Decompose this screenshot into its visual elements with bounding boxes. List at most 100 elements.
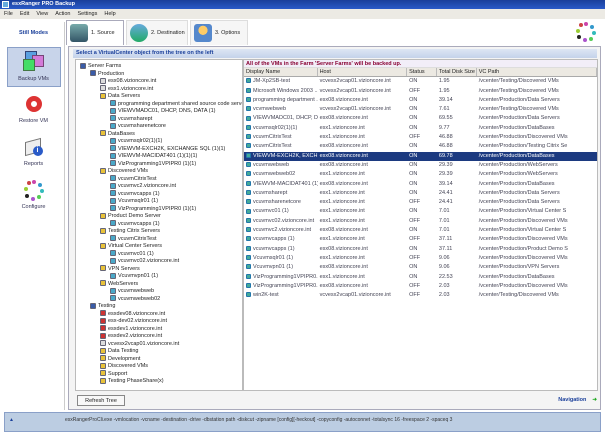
cell-host: vcvesx2vcap01.vizioncore.int	[318, 87, 407, 96]
cell-text: 7.01	[439, 227, 450, 233]
menu-file[interactable]: File	[4, 11, 13, 17]
table-row[interactable]: vcuvmsharenetcoreesx1.vizioncore.intOFF2…	[244, 198, 597, 207]
table-row[interactable]: vcuvmCitrixTestesx1.vizioncore.intOFF46.…	[244, 133, 597, 142]
tree-node[interactable]: Testing PhaseShare(x)	[100, 377, 164, 385]
table-row[interactable]: vcuvmvc2.vizioncore.intesx08.vizioncore.…	[244, 226, 597, 235]
table-row[interactable]: vcuvmCitrixTestesx08.vizioncore.intON46.…	[244, 142, 597, 151]
column-display-name[interactable]: Display Name	[244, 68, 318, 76]
host-icon	[100, 333, 106, 339]
vm-icon	[246, 292, 251, 297]
navigation-button[interactable]: Navigation➜	[527, 395, 597, 406]
menu-settings[interactable]: Settings	[77, 11, 97, 17]
table-row[interactable]: vcuvmvc01 (1)esx1.vizioncore.intON7.01/v…	[244, 207, 597, 216]
cell-host: vcvesx2vcap01.vizioncore.int	[318, 77, 407, 86]
cell-display-name: vcuvmvc02.vizioncore.int	[244, 217, 318, 226]
menu-edit[interactable]: Edit	[20, 11, 29, 17]
tree-node-label: Testing PhaseShare(x)	[108, 378, 164, 384]
tree-node-label: VizProgramming1VPIPR0 (1)(1)	[118, 206, 196, 212]
cell-text: VIEWVM-EXCH2K, EXCH...	[253, 153, 318, 159]
cell-disk-size: 39.14	[437, 96, 477, 105]
table-row[interactable]: VIEWVMADC01, DHCP, D...esx08.vizioncore.…	[244, 114, 597, 123]
table-row[interactable]: VIEWVM-EXCH2K, EXCH...esx08.vizioncore.i…	[244, 152, 597, 161]
cell-text: OFF	[409, 255, 420, 261]
table-row[interactable]: vcuvmvc02.vizioncore.int esx1.vizioncore.…	[244, 217, 597, 226]
column-status[interactable]: Status	[407, 68, 437, 76]
expand-up-icon[interactable]: ▲	[9, 413, 14, 427]
tab-destination[interactable]: 2. Destination	[126, 20, 188, 45]
destination-icon	[130, 24, 148, 42]
vm-icon	[246, 209, 251, 214]
host-icon	[100, 340, 106, 346]
table-row[interactable]: VizProgramming1VPIPR0...esx1.vizioncore.…	[244, 273, 597, 282]
table-row[interactable]: vcuvmvcapps (1)esx1.vizioncore.intOFF37.…	[244, 235, 597, 244]
table-row[interactable]: vcuvmwebweb02esx1.vizioncore.intON29.39/…	[244, 170, 597, 179]
cell-text: /vcenter/Testing/Discovered VMs	[479, 106, 559, 112]
vm-icon	[110, 258, 116, 264]
table-row[interactable]: VIEWVM-MACIDAT401 (1)(1)esx08.vizioncore…	[244, 180, 597, 189]
sidebar-item-restore-vm[interactable]: Restore VM	[7, 90, 61, 130]
table-row[interactable]: JM-Xp2SB-testvcvesx2vcap01.vizioncore.in…	[244, 77, 597, 86]
cell-disk-size: 69.78	[437, 152, 477, 161]
table-row[interactable]: vcuvmwebwebesx08.vizioncore.intON29.39/v…	[244, 161, 597, 170]
cell-text: ON	[409, 208, 417, 214]
tree-node-label: Support	[108, 371, 127, 377]
table-row[interactable]: vcuvmsqlr02(1)(1)esx1.vizioncore.intON9.…	[244, 124, 597, 133]
cell-text: esx1.vizioncore.int	[320, 218, 365, 224]
column-host[interactable]: Host	[318, 68, 407, 76]
vm-icon	[246, 255, 251, 260]
tree-node[interactable]: vcuvmwebweb02	[110, 295, 160, 303]
cell-host: esx1.vizioncore.int	[318, 170, 407, 179]
column-vc-path[interactable]: VC Path	[477, 68, 597, 76]
server-farm-icon	[80, 63, 86, 69]
cell-text: 2.03	[439, 292, 450, 298]
cell-text: /vcenter/Production/DataBases	[479, 274, 555, 280]
menu-action[interactable]: Action	[55, 11, 70, 17]
cell-text: vcuvmvc02.vizioncore.int	[253, 218, 314, 224]
table-row[interactable]: vcuvmshareptesx1.vizioncore.intON24.41/v…	[244, 189, 597, 198]
cell-disk-size: 69.55	[437, 114, 477, 123]
table-row[interactable]: vcuvmvcapps (1)esx08.vizioncore.intON37.…	[244, 245, 597, 254]
table-row[interactable]: Vcuvmsqlr01 (1)esx1.vizioncore.intOFF9.0…	[244, 254, 597, 263]
table-row[interactable]: programming department ...esx08.vizionco…	[244, 96, 597, 105]
cell-display-name: vcuvmvcapps (1)	[244, 245, 318, 254]
lifebuoy-icon	[23, 93, 45, 115]
cell-status: ON	[407, 142, 437, 151]
cell-display-name: JM-Xp2SB-test	[244, 77, 318, 86]
cell-display-name: vcvmwebweb	[244, 105, 318, 114]
cell-text: VIEWVM-MACIDAT401 (1)(1)	[253, 181, 318, 187]
cell-text: 22.53	[439, 274, 453, 280]
vc-tree[interactable]: Server FarmsProductionesx08.vizioncore.i…	[75, 59, 243, 391]
cell-status: ON	[407, 189, 437, 198]
table-row[interactable]: VizProgramming1VPIPR0...esx08.vizioncore…	[244, 282, 597, 291]
column-disk-size[interactable]: Total Disk Size (GB)	[437, 68, 477, 76]
tree-node-label: Development	[108, 356, 140, 362]
table-row[interactable]: Vcuvmvpn01 (1)esx08.vizioncore.intON9.06…	[244, 263, 597, 272]
cell-text: esx08.vizioncore.int	[320, 162, 368, 168]
cell-text: esx08.vizioncore.int	[320, 227, 368, 233]
cell-text: 29.39	[439, 162, 453, 168]
tab-source[interactable]: 1. Source	[66, 20, 124, 45]
sidebar-item-reports[interactable]: i Reports	[7, 133, 61, 173]
host-icon	[100, 85, 106, 91]
menu-help[interactable]: Help	[104, 11, 115, 17]
vm-icon	[246, 171, 251, 176]
tab-label: 1. Source	[91, 30, 115, 36]
tab-options[interactable]: 3. Options	[190, 20, 248, 45]
vm-icon	[246, 78, 251, 83]
table-row[interactable]: win2K-testvcvesx2vcap01.vizioncore.intOF…	[244, 291, 597, 300]
command-line-text: esxRangerProCli.exe -vmlocation -vcname …	[65, 417, 452, 423]
sidebar-item-configure[interactable]: Configure	[7, 176, 61, 216]
vm-list[interactable]: All of the VMs in the Farm 'Server Farms…	[243, 59, 598, 391]
table-row[interactable]: vcvmwebwebvcvesx2vcap01.vizioncore.intON…	[244, 105, 597, 114]
cell-text: ON	[409, 153, 417, 159]
refresh-tree-button[interactable]: Refresh Tree	[77, 395, 125, 406]
cell-text: OFF	[409, 88, 420, 94]
menu-view[interactable]: View	[36, 11, 48, 17]
navigation-label: Navigation	[558, 397, 586, 403]
vm-icon	[246, 199, 251, 204]
vm-icon	[110, 250, 116, 256]
sidebar-item-backup-vms[interactable]: Backup VMs	[7, 47, 61, 87]
cell-status: OFF	[407, 217, 437, 226]
cell-text: ON	[409, 171, 417, 177]
table-row[interactable]: Microsoft Windows 2003 ...vcvesx2vcap01.…	[244, 87, 597, 96]
